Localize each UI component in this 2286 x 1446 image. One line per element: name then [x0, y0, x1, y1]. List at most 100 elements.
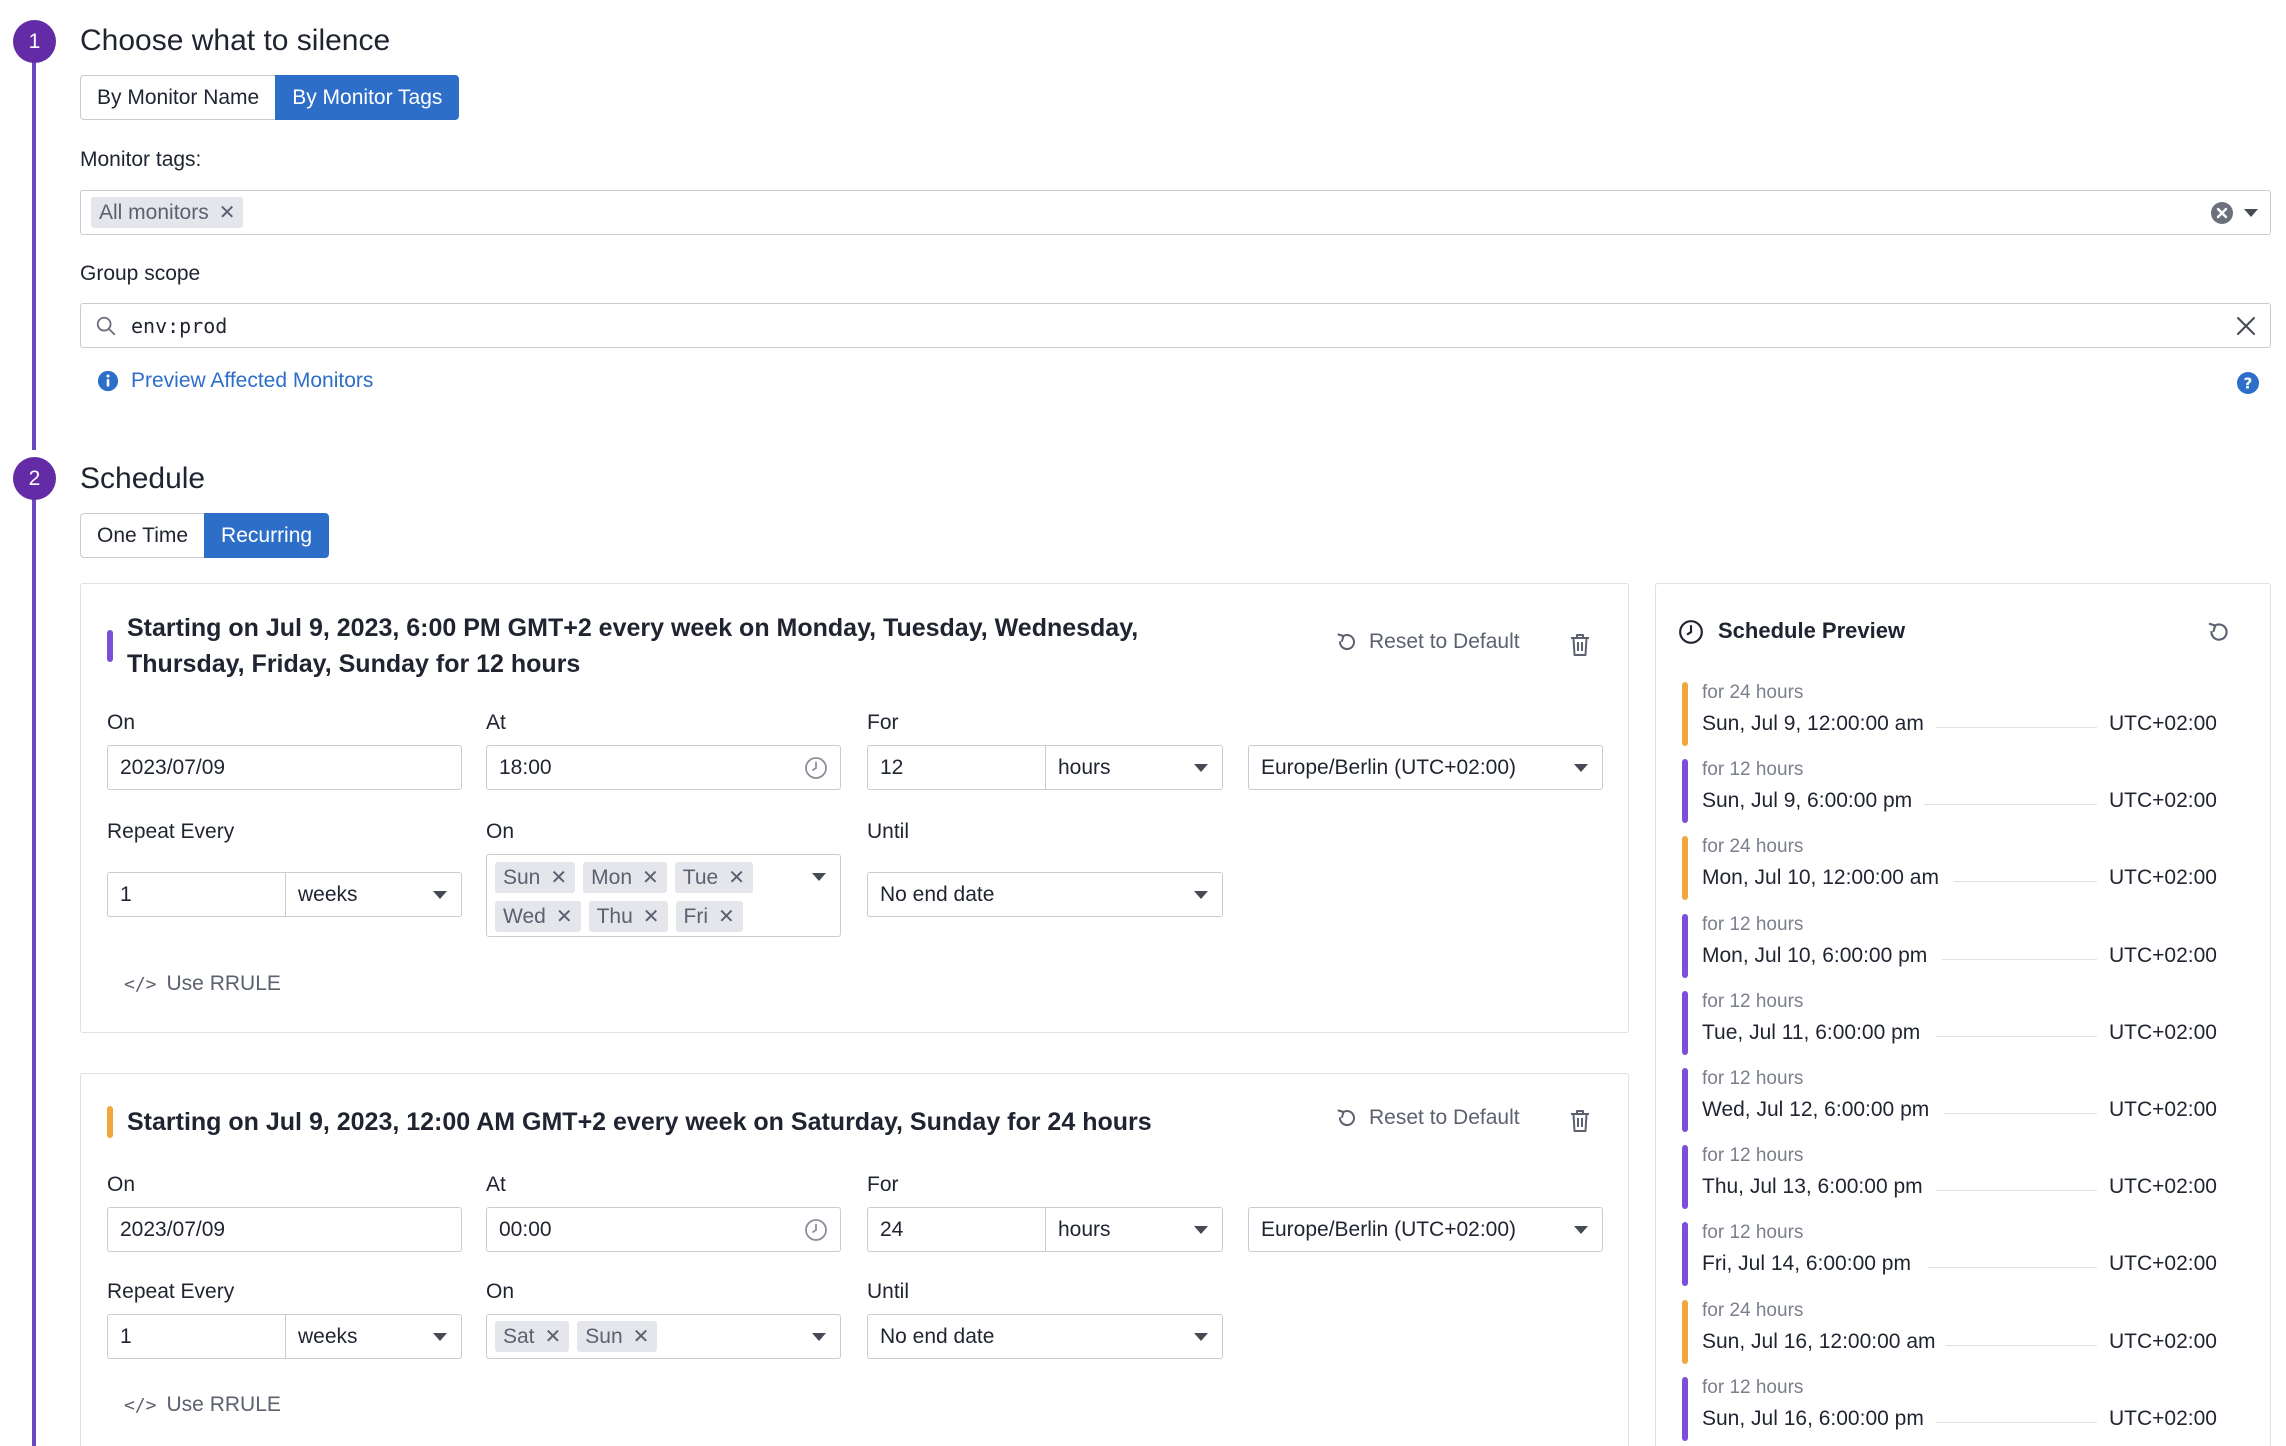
reset-to-default-button[interactable]: Reset to Default [1335, 1106, 1520, 1130]
chevron-down-icon [433, 890, 447, 899]
for-duration-value: 24 [880, 1217, 904, 1241]
chevron-down-icon[interactable] [2244, 208, 2258, 217]
timezone-select[interactable]: Europe/Berlin (UTC+02:00) [1248, 745, 1603, 790]
day-chip: Wed ✕ [495, 901, 581, 932]
refresh-icon[interactable] [2206, 619, 2232, 645]
repeat-unit-select[interactable]: weeks [285, 1315, 461, 1358]
by-monitor-tags-tab[interactable]: By Monitor Tags [275, 75, 460, 120]
chevron-down-icon [1194, 890, 1208, 899]
trash-icon[interactable] [1568, 1108, 1592, 1134]
repeat-unit-select[interactable]: weeks [285, 873, 461, 916]
preview-item-duration: for 12 hours [1702, 1222, 1804, 1244]
for-duration-value: 12 [880, 755, 904, 779]
schedule-preview-item: for 12 hours Fri, Jul 14, 6:00:00 pm UTC+0… [1682, 1222, 2242, 1288]
remove-day-icon[interactable]: ✕ [556, 904, 573, 929]
until-select[interactable]: No end date [867, 872, 1223, 917]
preview-item-accent-bar [1682, 759, 1688, 824]
duration-unit-select[interactable]: hours [1045, 746, 1222, 789]
preview-item-duration: for 12 hours [1702, 913, 1804, 935]
repeat-unit-value: weeks [298, 1324, 358, 1348]
by-monitor-name-tab[interactable]: By Monitor Name [80, 75, 276, 120]
preview-item-divider [1936, 1190, 2097, 1192]
at-time-input[interactable]: 00:00 [486, 1207, 841, 1252]
clear-circle-icon[interactable] [2210, 201, 2234, 225]
on-date-input[interactable]: 2023/07/09 [107, 745, 462, 790]
preview-item-accent-bar [1682, 1222, 1688, 1287]
preview-item-start: Sun, Jul 9, 12:00:00 am [1702, 712, 1924, 735]
preview-affected-monitors-link[interactable]: Preview Affected Monitors [97, 369, 373, 393]
preview-item-timezone: UTC+02:00 [2109, 1329, 2217, 1353]
help-icon[interactable]: ? [2236, 371, 2260, 395]
chevron-down-icon [433, 1332, 447, 1341]
on-date-input[interactable]: 2023/07/09 [107, 1207, 462, 1252]
preview-item-timezone: UTC+02:00 [2109, 789, 2217, 813]
recurring-tab[interactable]: Recurring [204, 513, 330, 558]
schedule-preview-item: for 24 hours Sun, Jul 16, 12:00:00 am UTC+… [1682, 1299, 2242, 1366]
use-rrule-button[interactable]: </> Use RRULE [124, 972, 281, 996]
repeat-every-input[interactable]: 1 weeks [107, 1314, 462, 1359]
on-days-label: On [486, 820, 515, 843]
until-value: No end date [880, 1324, 995, 1348]
step-2-title: Schedule [80, 462, 206, 495]
day-chip: Tue ✕ [674, 862, 753, 893]
step-connector-line-2 [32, 497, 36, 1446]
trash-icon[interactable] [1568, 632, 1592, 658]
remove-day-icon[interactable]: ✕ [728, 865, 745, 890]
for-duration-input[interactable]: 24 hours [867, 1207, 1223, 1252]
schedule-preview-item: for 12 hours Thu, Jul 13, 6:00:00 pm UTC+0… [1682, 1145, 2242, 1211]
on-date-label: On [107, 711, 136, 734]
chevron-down-icon [812, 1332, 826, 1341]
duration-unit-value: hours [1058, 755, 1111, 779]
remove-day-icon[interactable]: ✕ [550, 865, 567, 890]
preview-item-start: Mon, Jul 10, 6:00:00 pm [1702, 943, 1928, 967]
preview-item-start: Fri, Jul 14, 6:00:00 pm [1702, 1252, 1911, 1276]
day-chip-label: Sun [585, 1324, 623, 1348]
group-scope-label: Group scope [80, 262, 201, 285]
preview-item-accent-bar [1682, 913, 1688, 978]
timezone-select[interactable]: Europe/Berlin (UTC+02:00) [1248, 1207, 1603, 1252]
timezone-value: Europe/Berlin (UTC+02:00) [1261, 755, 1517, 779]
on-days-select[interactable]: Sat ✕ Sun ✕ [486, 1314, 841, 1359]
reset-to-default-button[interactable]: Reset to Default [1335, 630, 1520, 654]
preview-item-duration: for 12 hours [1702, 1068, 1804, 1089]
remove-day-icon[interactable]: ✕ [718, 904, 735, 929]
for-duration-input[interactable]: 12 hours [867, 745, 1223, 790]
duration-unit-select[interactable]: hours [1045, 1208, 1222, 1251]
preview-item-timezone: UTC+02:00 [2109, 943, 2217, 967]
remove-day-icon[interactable]: ✕ [643, 904, 660, 929]
repeat-every-value: 1 [120, 1324, 132, 1348]
group-scope-value: env:prod [131, 313, 228, 338]
on-days-select[interactable]: Sun ✕ Mon ✕ Tue ✕ Wed ✕ Thu ✕ Fri ✕ [486, 854, 841, 937]
for-duration-label: For [867, 1173, 899, 1196]
preview-item-timezone: UTC+02:00 [2109, 712, 2217, 735]
remove-day-icon[interactable]: ✕ [545, 1324, 562, 1349]
monitor-tags-select[interactable]: All monitors ✕ [80, 190, 2271, 235]
close-icon[interactable] [2236, 316, 2256, 336]
code-icon: </> [124, 1394, 157, 1416]
preview-item-timezone: UTC+02:00 [2109, 1406, 2217, 1430]
preview-item-accent-bar [1682, 1376, 1688, 1441]
clock-icon [1679, 620, 1703, 644]
preview-item-start: Tue, Jul 11, 6:00:00 pm [1702, 1020, 1921, 1044]
group-scope-input[interactable]: env:prod [80, 303, 2271, 348]
repeat-every-label: Repeat Every [107, 820, 235, 843]
monitor-tag-label: All monitors [99, 200, 209, 224]
remove-day-icon[interactable]: ✕ [642, 865, 659, 890]
remove-tag-icon[interactable]: ✕ [219, 200, 236, 225]
preview-item-start: Mon, Jul 10, 12:00:00 am [1702, 866, 1939, 890]
remove-day-icon[interactable]: ✕ [633, 1324, 650, 1349]
preview-affected-monitors-label: Preview Affected Monitors [131, 369, 374, 392]
one-time-tab[interactable]: One Time [80, 513, 205, 558]
use-rrule-button[interactable]: </> Use RRULE [124, 1393, 281, 1417]
duration-unit-value: hours [1058, 1217, 1111, 1241]
repeat-every-input[interactable]: 1 weeks [107, 872, 462, 917]
preview-item-divider [1954, 881, 2097, 883]
schedule-preview-item: for 24 hours Mon, Jul 10, 12:00:00 am UTC+… [1682, 836, 2242, 902]
reset-icon [1337, 1109, 1355, 1127]
preview-item-divider [1936, 1035, 2097, 1037]
schedule-preview-item: for 12 hours Sun, Jul 16, 6:00:00 pm UTC+0… [1682, 1376, 2242, 1443]
day-chip: Fri ✕ [675, 901, 743, 932]
preview-item-start: Wed, Jul 12, 6:00:00 pm [1702, 1098, 1930, 1121]
at-time-input[interactable]: 18:00 [486, 745, 841, 790]
until-select[interactable]: No end date [867, 1314, 1223, 1359]
